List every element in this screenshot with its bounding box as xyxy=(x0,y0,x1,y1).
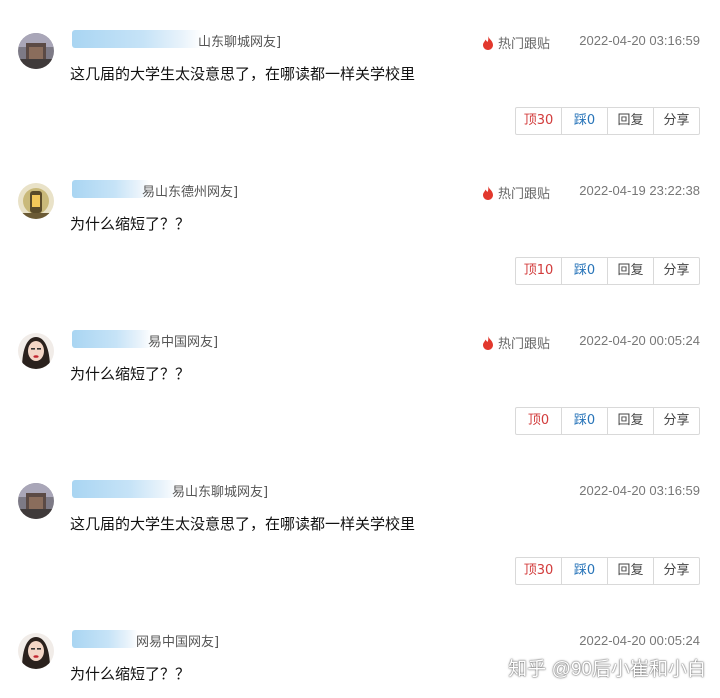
avatar[interactable] xyxy=(18,183,54,219)
hot-follow-label: 热门跟贴 xyxy=(498,187,551,202)
comment-item: 山东聊城网友] 热门跟贴 2022-04-20 03:16:59 这几届的大学生… xyxy=(0,0,720,150)
hot-follow-badge: 热门跟贴 xyxy=(482,33,550,52)
user-location[interactable]: 易中国网友] xyxy=(148,331,218,350)
comment-text: 为什么缩短了？？ xyxy=(70,215,191,233)
user-location[interactable]: 易山东德州网友] xyxy=(142,181,238,200)
share-button[interactable]: 分享 xyxy=(653,258,699,284)
hot-follow-badge: 热门跟贴 xyxy=(482,183,550,202)
reply-button[interactable]: 回复 xyxy=(607,408,653,434)
comment-text: 为什么缩短了？？ xyxy=(70,365,191,383)
comment-actions: 顶0 踩0 回复 分享 xyxy=(515,407,700,435)
blurred-username xyxy=(72,30,202,48)
comment-actions: 顶30 踩0 回复 分享 xyxy=(515,557,700,585)
avatar[interactable] xyxy=(18,633,54,669)
hot-follow-badge: 热门跟贴 xyxy=(482,333,550,352)
upvote-button[interactable]: 顶10 xyxy=(516,258,561,284)
upvote-button[interactable]: 顶30 xyxy=(516,108,561,134)
downvote-button[interactable]: 踩0 xyxy=(561,558,607,584)
downvote-button[interactable]: 踩0 xyxy=(561,108,607,134)
hot-follow-label: 热门跟贴 xyxy=(498,37,551,52)
upvote-button[interactable]: 顶0 xyxy=(516,408,561,434)
blurred-username xyxy=(72,630,138,648)
comment-item: 网易中国网友] 2022-04-20 00:05:24 为什么缩短了？？ xyxy=(0,600,720,698)
reply-button[interactable]: 回复 xyxy=(607,258,653,284)
downvote-button[interactable]: 踩0 xyxy=(561,408,607,434)
fire-icon xyxy=(483,335,493,350)
timestamp: 2022-04-20 00:05:24 xyxy=(579,333,700,348)
timestamp: 2022-04-20 00:05:24 xyxy=(579,633,700,648)
avatar[interactable] xyxy=(18,333,54,369)
blurred-username xyxy=(72,480,178,498)
upvote-button[interactable]: 顶30 xyxy=(516,558,561,584)
downvote-button[interactable]: 踩0 xyxy=(561,258,607,284)
avatar[interactable] xyxy=(18,483,54,519)
user-location[interactable]: 网易中国网友] xyxy=(136,631,219,650)
user-location[interactable]: 易山东聊城网友] xyxy=(172,481,268,500)
watermark: 知乎 @90后小崔和小白 xyxy=(508,659,706,680)
hot-follow-label: 热门跟贴 xyxy=(498,337,551,352)
blurred-username xyxy=(72,330,152,348)
reply-button[interactable]: 回复 xyxy=(607,558,653,584)
comment-text: 这几届的大学生太没意思了，在哪读都一样关学校里 xyxy=(70,65,416,83)
fire-icon xyxy=(483,35,493,50)
timestamp: 2022-04-20 03:16:59 xyxy=(579,483,700,498)
comment-item: 易山东德州网友] 热门跟贴 2022-04-19 23:22:38 为什么缩短了… xyxy=(0,150,720,300)
share-button[interactable]: 分享 xyxy=(653,558,699,584)
user-location[interactable]: 山东聊城网友] xyxy=(198,31,281,50)
comment-text: 为什么缩短了？？ xyxy=(70,665,191,683)
share-button[interactable]: 分享 xyxy=(653,408,699,434)
timestamp: 2022-04-20 03:16:59 xyxy=(579,33,700,48)
fire-icon xyxy=(483,185,493,200)
timestamp: 2022-04-19 23:22:38 xyxy=(579,183,700,198)
comment-item: 易山东聊城网友] 2022-04-20 03:16:59 这几届的大学生太没意思… xyxy=(0,450,720,600)
blurred-username xyxy=(72,180,150,198)
comment-actions: 顶30 踩0 回复 分享 xyxy=(515,107,700,135)
share-button[interactable]: 分享 xyxy=(653,108,699,134)
reply-button[interactable]: 回复 xyxy=(607,108,653,134)
avatar[interactable] xyxy=(18,33,54,69)
comment-actions: 顶10 踩0 回复 分享 xyxy=(515,257,700,285)
comment-item: 易中国网友] 热门跟贴 2022-04-20 00:05:24 为什么缩短了？？… xyxy=(0,300,720,450)
comment-text: 这几届的大学生太没意思了，在哪读都一样关学校里 xyxy=(70,515,416,533)
